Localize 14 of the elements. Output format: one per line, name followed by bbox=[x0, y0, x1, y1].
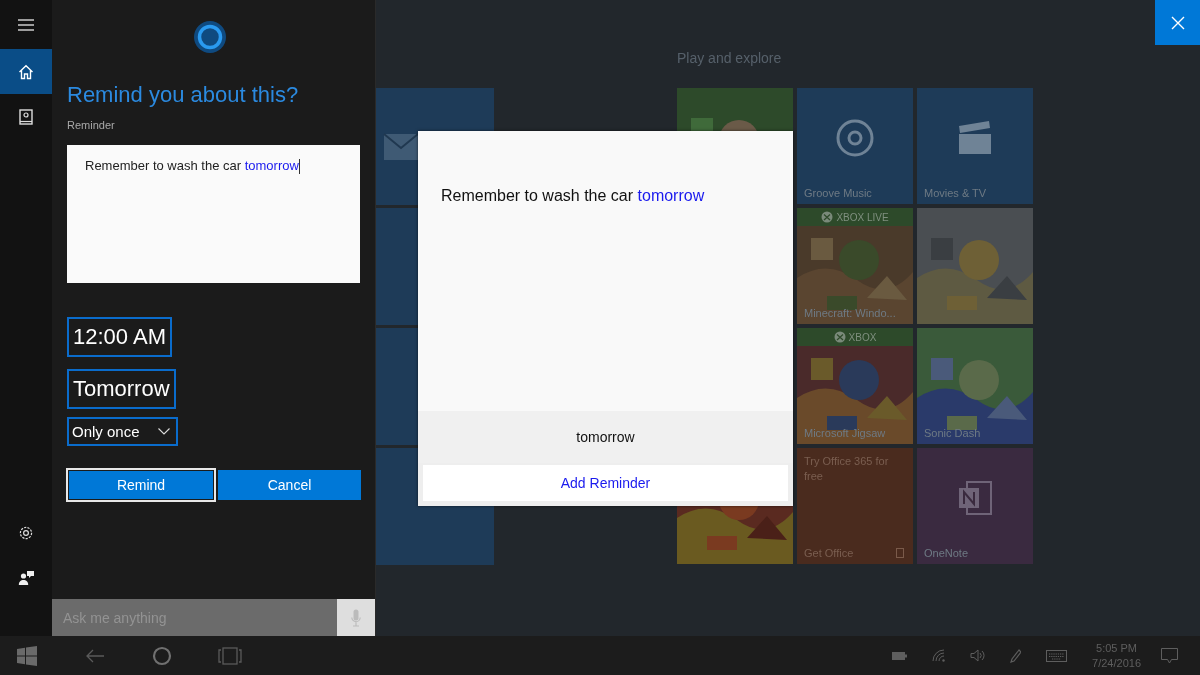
tile-label: Minecraft: Windo... bbox=[804, 307, 896, 319]
prompt-title: Remind you about this? bbox=[67, 82, 299, 108]
badge-text: XBOX LIVE bbox=[836, 211, 889, 223]
clock-date: 7/24/2016 bbox=[1092, 655, 1141, 671]
tile-label: Sonic Dash bbox=[924, 427, 981, 439]
tile-label: Movies & TV bbox=[924, 187, 987, 199]
tile-label: Groove Music bbox=[804, 187, 872, 199]
group-title: Play and explore bbox=[677, 50, 783, 68]
badge-text: XBOX bbox=[848, 331, 877, 343]
tile-label: OneNote bbox=[924, 547, 969, 559]
clock-time: 5:05 PM bbox=[1095, 640, 1138, 656]
field-label: Reminder bbox=[67, 119, 115, 131]
reminder-text: Remember to wash the car tomorrow bbox=[441, 187, 705, 205]
tile-label: Microsoft Jigsaw bbox=[804, 427, 886, 439]
